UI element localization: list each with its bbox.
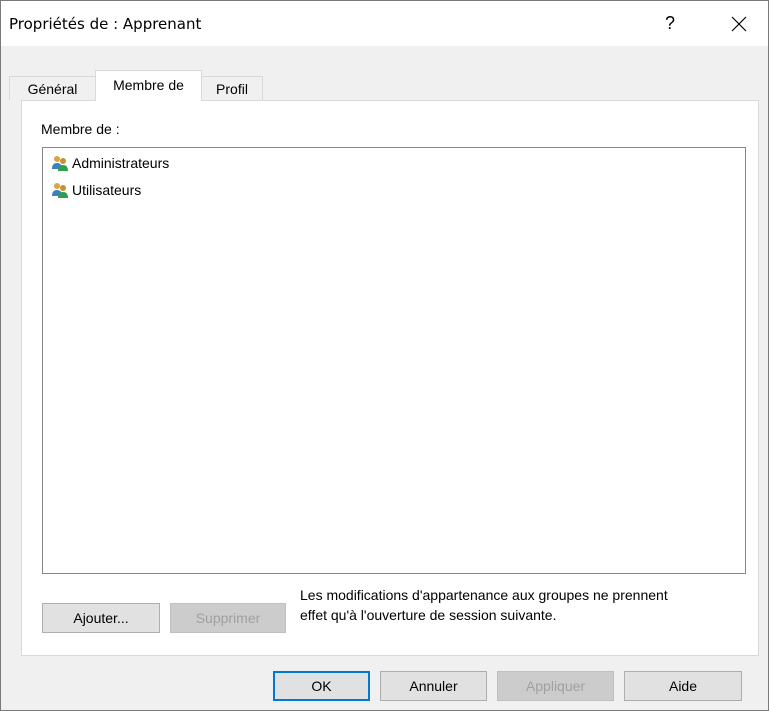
tab-label: Membre de (113, 77, 184, 93)
group-icon (52, 156, 68, 171)
group-name: Administrateurs (72, 155, 170, 171)
help-icon: ? (664, 13, 675, 33)
list-item[interactable]: Administrateurs (51, 153, 169, 173)
membre-de-label: Membre de : (41, 121, 120, 137)
list-item[interactable]: Utilisateurs (51, 180, 141, 200)
close-button[interactable] (716, 1, 762, 46)
tab-general[interactable]: Général (9, 76, 96, 100)
window-title: Propriétés de : Apprenant (9, 15, 202, 33)
add-button[interactable]: Ajouter... (42, 603, 160, 633)
apply-button[interactable]: Appliquer (497, 671, 614, 701)
groups-listbox[interactable]: Administrateurs Utilisateurs (42, 147, 746, 574)
tab-label: Profil (216, 80, 248, 97)
tab-profil[interactable]: Profil (201, 76, 263, 100)
cancel-button[interactable]: Annuler (380, 671, 487, 701)
note-line: Les modifications d'appartenance aux gro… (300, 587, 668, 603)
title-bar[interactable]: Propriétés de : Apprenant ? (1, 1, 768, 46)
ok-button[interactable]: OK (273, 671, 370, 701)
note-line: effet qu'à l'ouverture de session suivan… (300, 607, 557, 623)
help-button[interactable]: ? (647, 1, 693, 46)
group-icon (52, 183, 68, 198)
help-footer-button[interactable]: Aide (624, 671, 742, 701)
close-icon (731, 16, 747, 31)
remove-button[interactable]: Supprimer (170, 603, 286, 633)
membership-note: Les modifications d'appartenance aux gro… (300, 585, 760, 625)
tab-membre-de[interactable]: Membre de (95, 70, 202, 101)
tab-label: Général (27, 80, 78, 97)
group-name: Utilisateurs (72, 182, 142, 198)
